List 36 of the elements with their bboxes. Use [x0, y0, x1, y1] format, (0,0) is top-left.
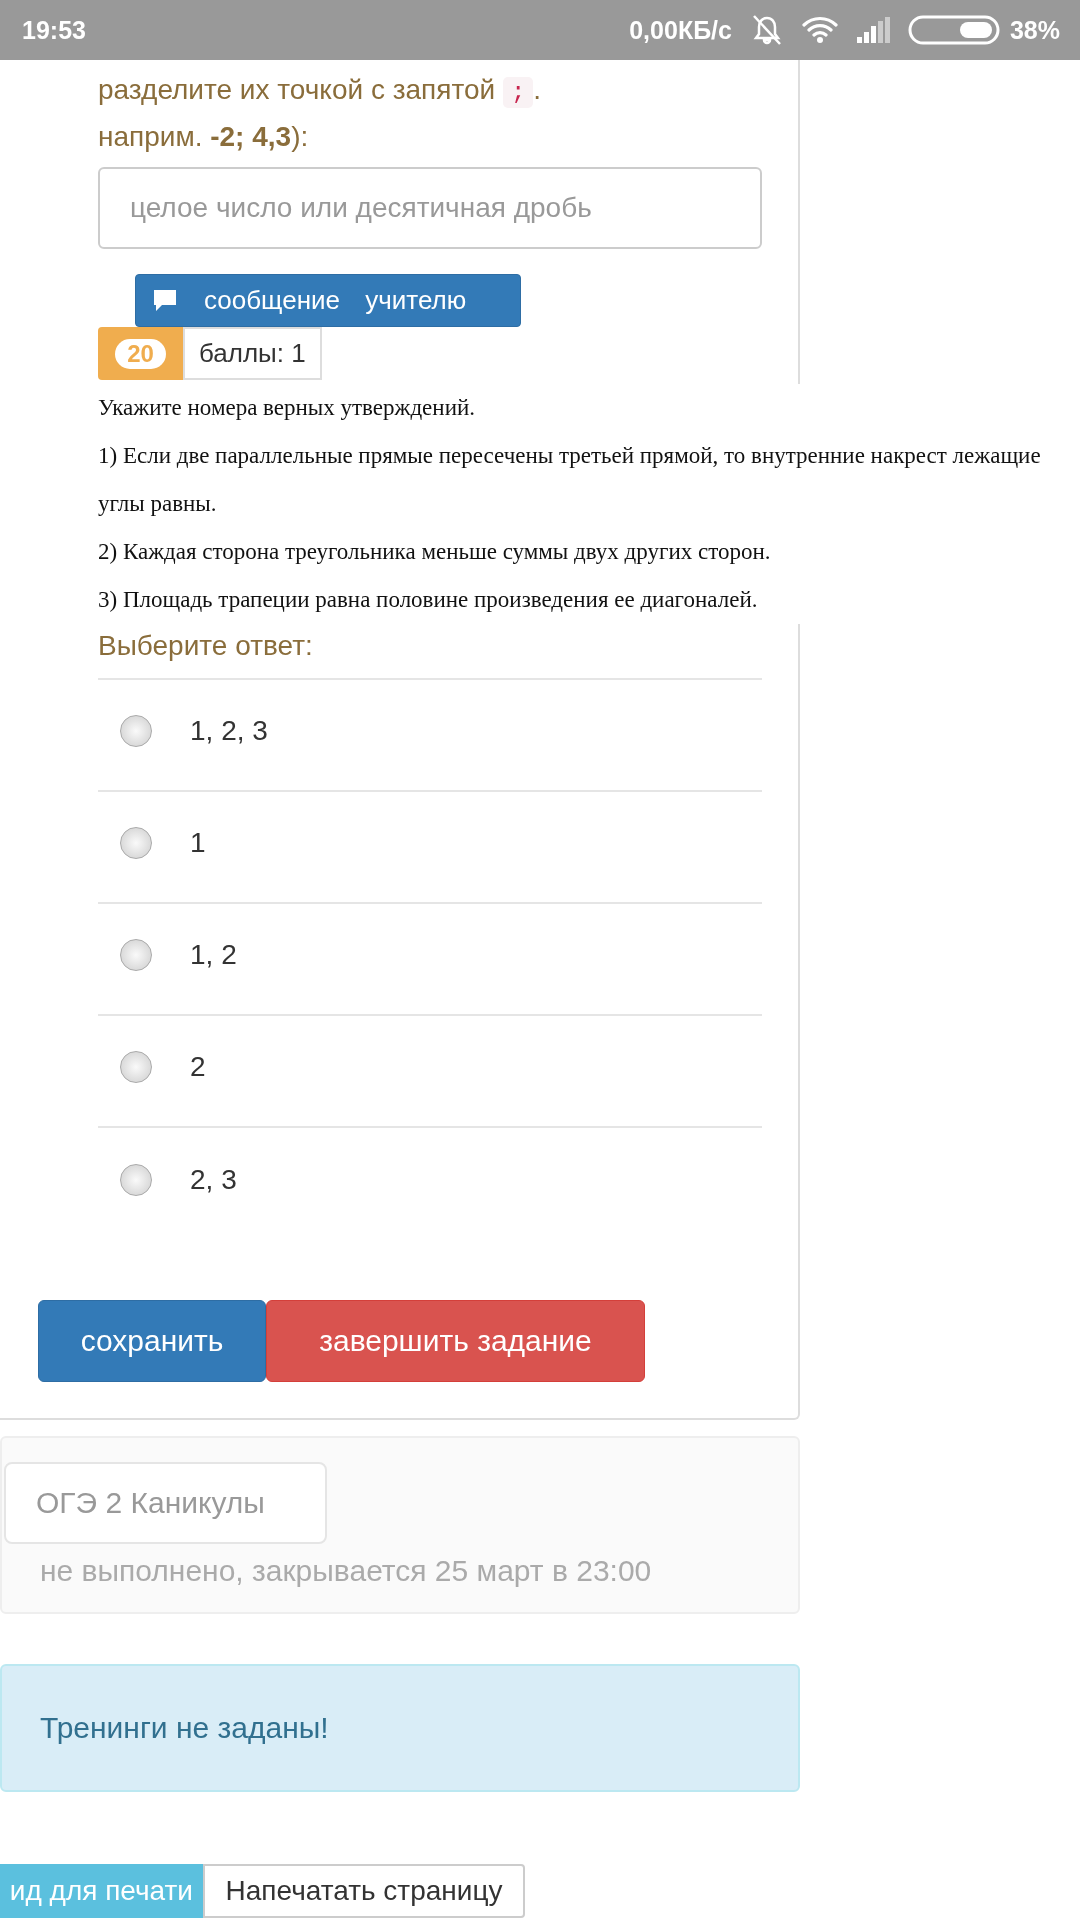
alert-message: Тренинги не заданы!	[40, 1711, 329, 1745]
print-page-button[interactable]: Напечатать страницу	[203, 1864, 525, 1918]
example-text: наприм. -2; 4,3):	[98, 121, 309, 152]
option-label: 2, 3	[190, 1164, 237, 1196]
signal-icon	[855, 17, 890, 43]
battery-percent: 38%	[1009, 15, 1060, 45]
question-text: 2) Каждая сторона треугольника меньше суммы двух других сторон.	[98, 538, 772, 566]
clock-time: 19:53	[22, 15, 86, 45]
points-label: баллы: 1	[183, 327, 322, 380]
radio-button[interactable]	[120, 939, 152, 971]
option-label: 2	[190, 1051, 206, 1083]
semicolon-code: ;	[502, 77, 534, 108]
option-label: 1	[190, 827, 206, 859]
answer-prompt: Выберите ответ:	[98, 629, 314, 663]
message-teacher-button[interactable]: сообщение учителю	[135, 274, 521, 327]
finish-button[interactable]: завершить задание	[266, 1300, 645, 1382]
question-text: Укажите номера верных утверждений.	[98, 394, 476, 422]
radio-button[interactable]	[120, 1164, 152, 1196]
question-text: 3) Площадь трапеции равна половине произведения ее диагоналей.	[98, 586, 759, 614]
speech-bubble-icon	[152, 287, 178, 314]
question-text: 1) Если две параллельные прямые пересечены третьей прямой, то внутренние накрест лежащие углы равны.	[98, 442, 1042, 518]
assignment-status: не выполнено, закрывается 25 март в 23:00	[40, 1554, 653, 1588]
instruction-text: разделите их точкой с запятой	[98, 74, 496, 105]
save-button[interactable]: сохранить	[38, 1300, 266, 1382]
period-text: .	[533, 74, 542, 105]
radio-button[interactable]	[120, 827, 152, 859]
option-label: 1, 2	[190, 939, 237, 971]
option-label: 1, 2, 3	[190, 715, 268, 747]
wifi-icon	[801, 16, 838, 44]
battery-icon	[907, 15, 1000, 45]
radio-button[interactable]	[120, 1051, 152, 1083]
answer-field[interactable]: целое число или десятичная дробь	[98, 167, 762, 249]
points-badge: 20	[115, 338, 166, 369]
assignment-title[interactable]: ОГЭ 2 Каникулы	[4, 1462, 327, 1544]
radio-button[interactable]	[120, 715, 152, 747]
network-speed: 0,00КБ/с	[629, 15, 732, 45]
